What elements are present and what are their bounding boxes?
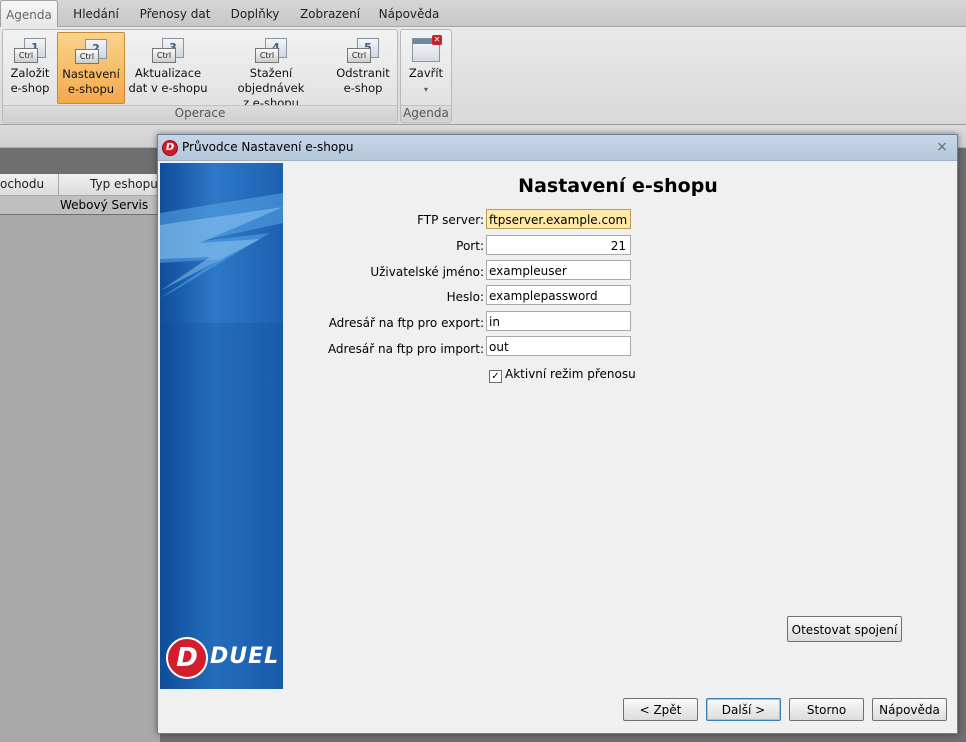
ftp-server-label: FTP server:	[417, 213, 484, 227]
tab-hledani[interactable]: Hledání	[64, 0, 128, 26]
close-button[interactable]: ×	[933, 138, 951, 156]
button-label-line1: Nastavení	[62, 67, 120, 81]
logo-text: DUEL	[210, 644, 280, 669]
ctrl-key-badge: Ctrl	[152, 48, 176, 63]
tab-agenda[interactable]: Agenda	[0, 0, 58, 27]
new-eshop-icon: 1 Ctrl	[14, 38, 46, 64]
duel-logo: D DUEL	[166, 637, 280, 679]
help-button[interactable]: Nápověda	[872, 698, 947, 721]
table-row[interactable]: Webový Servis	[0, 196, 160, 214]
download-orders-icon: 4 Ctrl	[255, 38, 287, 64]
export-dir-input[interactable]: in	[486, 311, 631, 331]
ctrl-key-badge: Ctrl	[14, 48, 38, 63]
port-label: Port:	[456, 239, 484, 253]
aktualizace-dat-button[interactable]: 3 Ctrl Aktualizace dat v e-shopu	[128, 32, 208, 102]
odstranit-eshop-button[interactable]: 5 Ctrl Odstranit e-shop	[333, 32, 393, 102]
tab-doplnky[interactable]: Doplňky	[222, 0, 288, 26]
zavrit-button[interactable]: ✕ Zavřít ▾	[403, 32, 449, 102]
window-graphic: ✕	[412, 35, 442, 62]
update-data-icon: 3 Ctrl	[152, 38, 184, 64]
ribbon: 1 Ctrl Založit e-shop 2 Ctrl Nastavení e…	[0, 27, 966, 125]
button-label-line2: e-shopu	[67, 82, 115, 96]
back-button[interactable]: < Zpět	[623, 698, 698, 721]
username-input[interactable]: exampleuser	[486, 260, 631, 280]
lightning-graphic	[160, 193, 283, 689]
grid-header: ochodu Typ eshopu	[0, 174, 160, 196]
close-icon: ✕	[432, 35, 442, 45]
app-icon: D	[162, 140, 178, 156]
zalozit-eshop-button[interactable]: 1 Ctrl Založit e-shop	[6, 32, 54, 102]
logo-mark: D	[166, 637, 208, 679]
button-label-line2: e-shop	[10, 81, 50, 95]
port-input[interactable]: 21	[486, 235, 631, 255]
delete-eshop-icon: 5 Ctrl	[347, 38, 379, 64]
import-dir-label: Adresář na ftp pro import:	[327, 342, 484, 356]
dialog-titlebar[interactable]: D Průvodce Nastavení e-shopu ×	[158, 135, 957, 161]
page-title: Nastavení e-shopu	[518, 175, 718, 197]
active-mode-checkbox[interactable]: ✓	[489, 370, 502, 383]
cell-type: Webový Servis	[60, 198, 149, 212]
next-button[interactable]: Další >	[706, 698, 781, 721]
ribbon-group-operace: 1 Ctrl Založit e-shop 2 Ctrl Nastavení e…	[2, 29, 398, 123]
button-label-line2: dat v e-shopu	[128, 81, 208, 95]
tab-napoveda[interactable]: Nápověda	[372, 0, 446, 26]
column-header-type[interactable]: Typ eshopu	[90, 174, 158, 195]
ribbon-group-agenda: ✕ Zavřít ▾ Agenda	[400, 29, 452, 123]
group-label-agenda: Agenda	[401, 105, 451, 121]
close-window-icon: ✕	[410, 35, 442, 64]
button-label-line1: Stažení objednávek	[237, 66, 305, 95]
dialog-title: Průvodce Nastavení e-shopu	[182, 140, 354, 154]
import-dir-input[interactable]: out	[486, 336, 631, 356]
group-label-operace: Operace	[3, 105, 397, 121]
ftp-server-input[interactable]: ftpserver.example.com	[486, 209, 631, 229]
export-dir-label: Adresář na ftp pro export:	[328, 316, 484, 330]
column-header-name[interactable]: ochodu	[0, 174, 59, 195]
password-label: Heslo:	[446, 290, 484, 304]
tab-zobrazeni[interactable]: Zobrazení	[294, 0, 366, 26]
button-label-line1: Aktualizace	[134, 66, 202, 80]
cancel-button[interactable]: Storno	[789, 698, 864, 721]
grid-empty-area	[0, 215, 160, 742]
button-label: Zavřít	[408, 66, 444, 80]
chevron-down-icon: ▾	[423, 85, 428, 94]
active-mode-label[interactable]: Aktivní režim přenosu	[505, 367, 636, 381]
button-label-line1: Založit	[10, 66, 50, 80]
nastaveni-eshopu-button[interactable]: 2 Ctrl Nastavení e-shopu	[57, 32, 125, 104]
button-label-line2: e-shop	[343, 81, 383, 95]
eshop-settings-wizard-dialog: D Průvodce Nastavení e-shopu × D DUEL Na…	[157, 134, 958, 734]
button-label-line1: Odstranit	[336, 66, 390, 80]
ctrl-key-badge: Ctrl	[347, 48, 371, 63]
stazeni-objednavek-button[interactable]: 4 Ctrl Stažení objednávek z e-shopu	[215, 32, 327, 110]
ctrl-key-badge: Ctrl	[255, 48, 279, 63]
password-input[interactable]: examplepassword	[486, 285, 631, 305]
tab-prenosy-dat[interactable]: Přenosy dat	[134, 0, 216, 26]
wizard-sidebar-banner: D DUEL	[160, 163, 283, 689]
username-label: Uživatelské jméno:	[370, 265, 484, 279]
ribbon-tab-bar: Agenda Hledání Přenosy dat Doplňky Zobra…	[0, 0, 966, 27]
ctrl-key-badge: Ctrl	[75, 49, 99, 64]
settings-eshop-icon: 2 Ctrl	[75, 39, 107, 65]
test-connection-button[interactable]: Otestovat spojení	[787, 616, 902, 642]
